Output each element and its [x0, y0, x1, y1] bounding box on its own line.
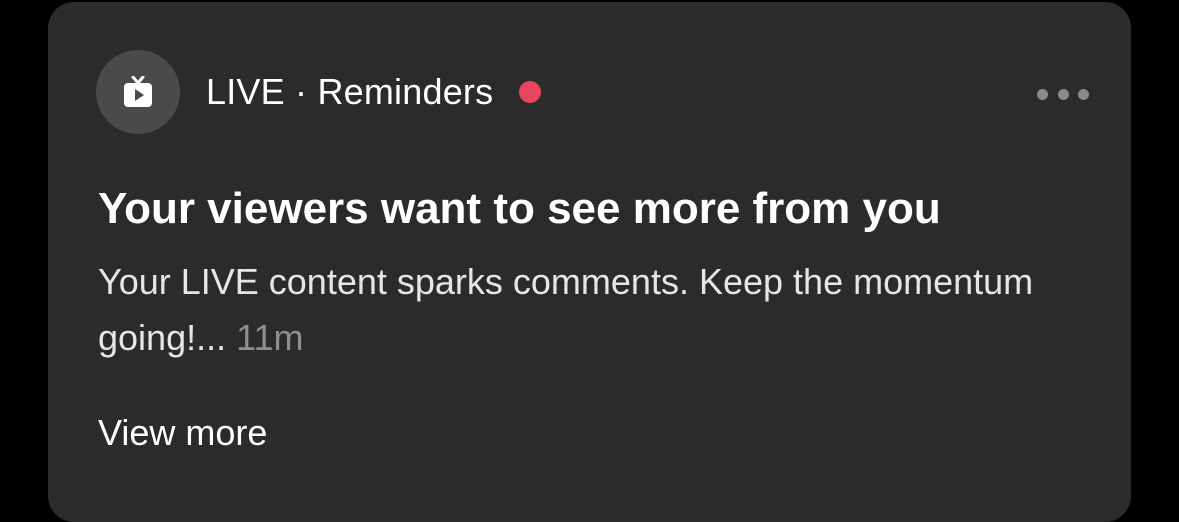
- dot-icon: [1037, 88, 1048, 100]
- live-tv-icon: [96, 50, 180, 134]
- notification-source: LIVE · Reminders: [206, 71, 494, 112]
- notification-header: LIVE · Reminders: [96, 50, 542, 134]
- view-more-link[interactable]: View more: [98, 412, 267, 454]
- notification-body: Your LIVE content sparks comments. Keep …: [98, 254, 1058, 366]
- dot-icon: [1057, 88, 1069, 100]
- dot-icon: [1078, 88, 1089, 100]
- notification-card[interactable]: LIVE · Reminders Your viewers want to se…: [48, 2, 1131, 522]
- more-options-button[interactable]: [1037, 82, 1089, 106]
- notification-title: Your viewers want to see more from you: [98, 184, 941, 233]
- notification-time: 11m: [236, 317, 304, 358]
- unread-indicator: [519, 81, 542, 103]
